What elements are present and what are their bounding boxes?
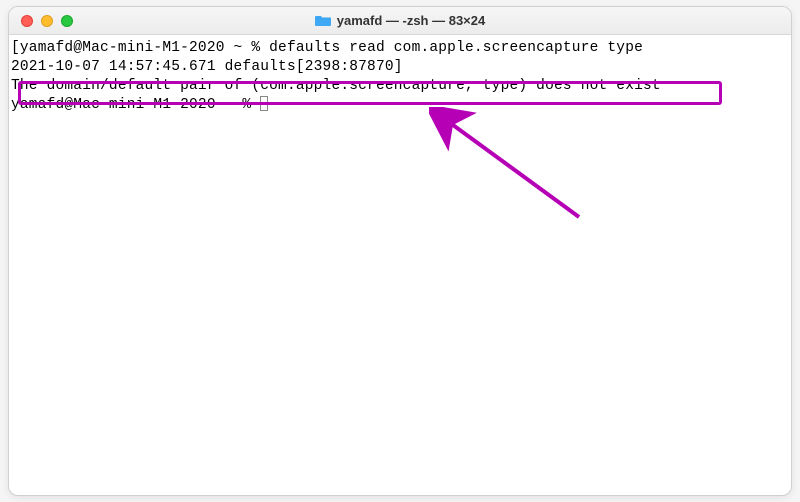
minimize-button[interactable] (41, 15, 53, 27)
command-text: defaults read com.apple.screencapture ty… (269, 40, 643, 56)
prompt-text: yamafd@Mac-mini-M1-2020 ~ % (20, 40, 269, 56)
window-title: yamafd — -zsh — 83×24 (9, 13, 791, 28)
terminal-content[interactable]: [yamafd@Mac-mini-M1-2020 ~ % defaults re… (9, 35, 791, 119)
terminal-line-2: 2021-10-07 14:57:45.671 defaults[2398:87… (11, 58, 789, 77)
window-titlebar: yamafd — -zsh — 83×24 (9, 7, 791, 35)
cursor (260, 96, 268, 111)
terminal-line-3: The domain/default pair of (com.apple.sc… (11, 77, 789, 96)
close-button[interactable] (21, 15, 33, 27)
prompt-text: yamafd@Mac-mini-M1-2020 ~ % (11, 97, 260, 113)
terminal-line-1: [yamafd@Mac-mini-M1-2020 ~ % defaults re… (11, 39, 789, 58)
annotation-arrow (429, 107, 609, 237)
maximize-button[interactable] (61, 15, 73, 27)
window-title-text: yamafd — -zsh — 83×24 (337, 13, 485, 28)
terminal-window[interactable]: yamafd — -zsh — 83×24 [yamafd@Mac-mini-M… (8, 6, 792, 496)
traffic-lights (9, 15, 73, 27)
terminal-line-4: yamafd@Mac-mini-M1-2020 ~ % (11, 96, 789, 115)
folder-icon (315, 14, 331, 27)
